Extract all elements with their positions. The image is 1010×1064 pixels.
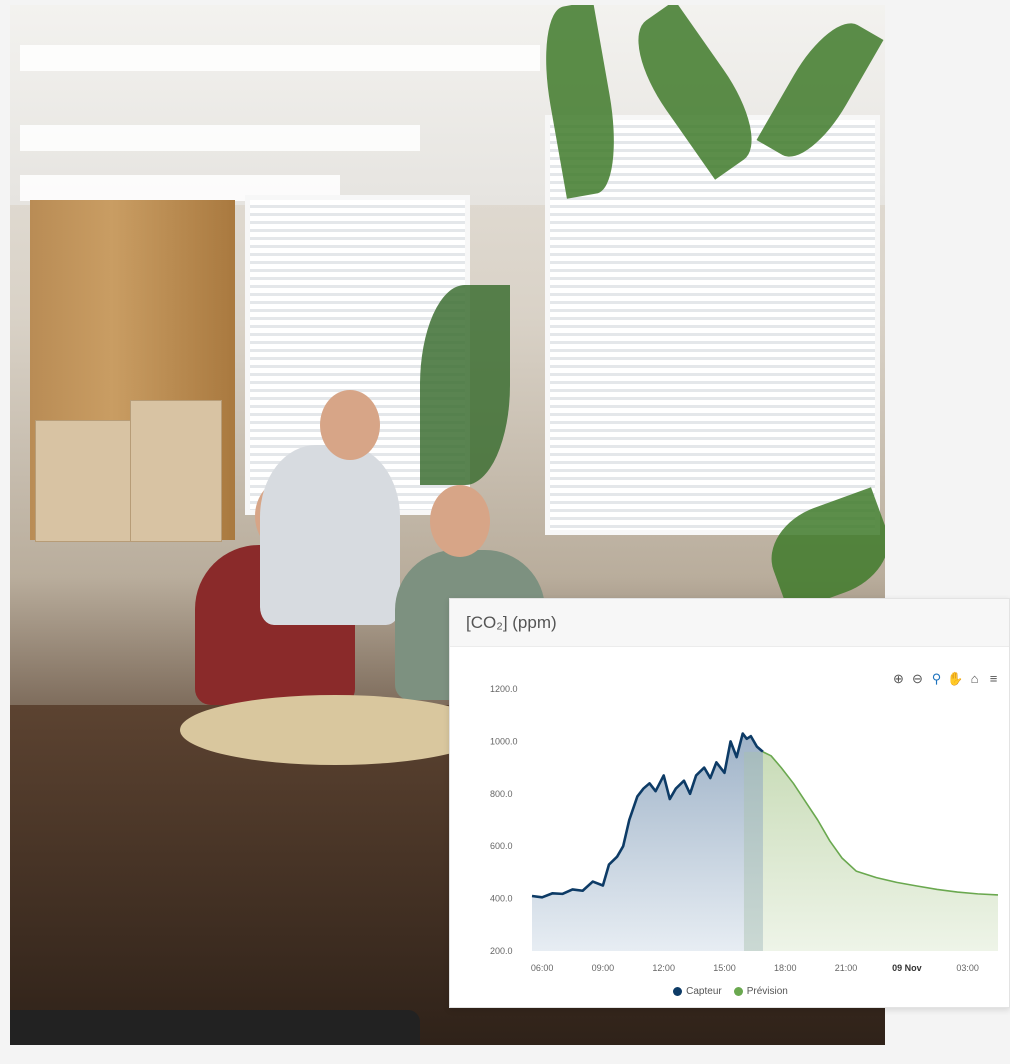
- chart-legend: Capteur Prévision: [450, 986, 1010, 997]
- chart-title: [CO₂] (ppm): [466, 612, 557, 632]
- x-tick-label: 09:00: [592, 963, 615, 973]
- legend-label: Capteur: [686, 986, 722, 997]
- indoor-plant: [420, 285, 510, 485]
- monitor: [10, 1010, 420, 1045]
- legend-dot: [673, 987, 683, 996]
- y-tick-label: 600.0: [490, 841, 513, 851]
- series-area-prévision: [762, 751, 998, 951]
- legend-dot: [733, 987, 743, 996]
- ceiling-beam: [20, 45, 540, 71]
- round-table: [180, 695, 490, 765]
- x-tick-label: 06:00: [531, 963, 554, 973]
- x-tick-label: 21:00: [835, 963, 858, 973]
- co2-area-chart[interactable]: 200.0 400.0 600.0 800.0 1000.0 1200.0 06:00 09:…: [450, 647, 1009, 982]
- co2-chart-card: [CO₂] (ppm) ⊕ ⊖ ⚲ ✋ ⌂ ≡ 200.0 400.0 600.0 8…: [449, 598, 1010, 1008]
- y-tick-label: 1000.0: [490, 736, 518, 746]
- x-tick-label: 15:00: [713, 963, 736, 973]
- card-header: [CO₂] (ppm): [450, 599, 1009, 647]
- legend-item-capteur[interactable]: Capteur: [673, 986, 722, 997]
- y-tick-label: 400.0: [490, 894, 513, 904]
- y-tick-label: 1200.0: [490, 684, 518, 694]
- series-area-capteur: [532, 733, 763, 951]
- x-tick-label: 09 Nov: [892, 963, 922, 973]
- cabinet: [130, 400, 222, 542]
- current-time-band: [743, 751, 763, 951]
- person-striped-shirt: [260, 445, 400, 625]
- person-head: [430, 485, 490, 557]
- legend-item-prévision[interactable]: Prévision: [733, 986, 788, 997]
- ceiling-beam: [20, 125, 420, 151]
- x-tick-label: 18:00: [774, 963, 797, 973]
- legend-label: Prévision: [746, 986, 788, 997]
- y-tick-label: 800.0: [490, 789, 513, 799]
- x-tick-label: 03:00: [956, 963, 979, 973]
- cabinet: [35, 420, 132, 542]
- x-tick-label: 12:00: [652, 963, 675, 973]
- person-head: [320, 390, 380, 460]
- y-tick-label: 200.0: [490, 946, 513, 956]
